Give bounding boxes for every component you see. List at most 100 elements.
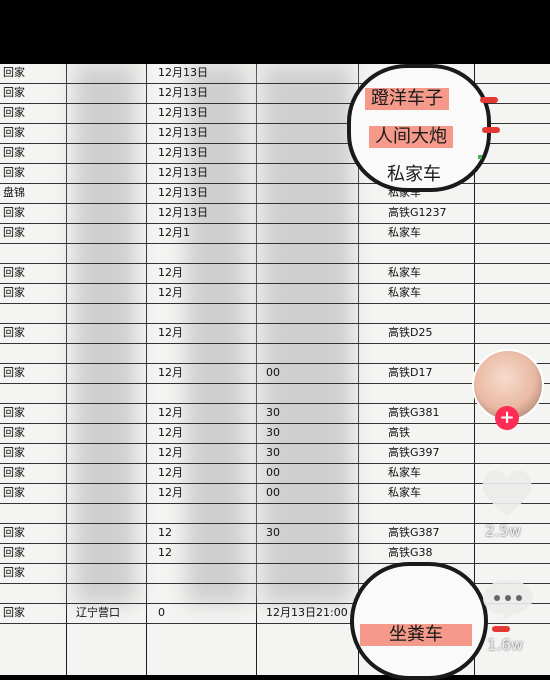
cell-date: 12月 bbox=[158, 286, 183, 299]
cell-date: 12月13日 bbox=[158, 126, 208, 139]
cell-transport: 高铁G381 bbox=[388, 406, 440, 419]
cell-transport: 私家车 bbox=[388, 466, 421, 479]
grid-horizontal-line bbox=[0, 503, 550, 504]
cell-date: 12月13日 bbox=[158, 206, 208, 219]
cell-date: 12月1 bbox=[158, 226, 190, 239]
cell-arrive: 30 bbox=[266, 526, 280, 539]
cell-date: 12月 bbox=[158, 326, 183, 339]
grid-horizontal-line bbox=[0, 403, 550, 404]
cell-reason: 回家 bbox=[3, 606, 25, 619]
grid-horizontal-line bbox=[0, 263, 550, 264]
cell-arrive: 12月13日21:00 bbox=[266, 606, 348, 619]
green-dot bbox=[478, 155, 482, 159]
cell-reason: 回家 bbox=[3, 566, 25, 579]
cell-date: 12 bbox=[158, 526, 172, 539]
cell-date: 12月13日 bbox=[158, 66, 208, 79]
cell-reason: 回家 bbox=[3, 426, 25, 439]
grid-horizontal-line bbox=[0, 563, 550, 564]
zoom-label-3: 私家车 bbox=[387, 164, 441, 185]
cell-transport: 高铁D17 bbox=[388, 366, 433, 379]
cell-reason: 盘锦 bbox=[3, 186, 25, 199]
zoom-circle-top: 蹬洋车子 人间大炮 私家车 bbox=[347, 64, 491, 192]
zoom-label-2: 人间大炮 bbox=[369, 126, 453, 148]
cell-reason: 回家 bbox=[3, 266, 25, 279]
cell-transport: 高铁G1237 bbox=[388, 206, 447, 219]
grid-horizontal-line bbox=[0, 523, 550, 524]
grid-horizontal-line bbox=[0, 423, 550, 424]
zoom-label-bottom: 坐粪车 bbox=[360, 624, 472, 646]
cell-arrive: 30 bbox=[266, 446, 280, 459]
grid-horizontal-line bbox=[0, 363, 550, 364]
red-underline-mark bbox=[482, 127, 500, 133]
cell-reason: 回家 bbox=[3, 166, 25, 179]
grid-horizontal-line bbox=[0, 283, 550, 284]
grid-horizontal-line bbox=[0, 303, 550, 304]
cell-date: 12月 bbox=[158, 366, 183, 379]
zoom-label-1: 蹬洋车子 bbox=[365, 88, 449, 110]
cell-transport: 私家车 bbox=[388, 266, 421, 279]
cell-reason: 回家 bbox=[3, 486, 25, 499]
grid-horizontal-line bbox=[0, 323, 550, 324]
cell-reason: 回家 bbox=[3, 366, 25, 379]
cell-reason: 回家 bbox=[3, 66, 25, 79]
comment-icon[interactable] bbox=[481, 578, 535, 620]
heart-icon[interactable] bbox=[478, 466, 536, 518]
grid-horizontal-line bbox=[0, 183, 550, 184]
cell-transport: 私家车 bbox=[388, 486, 421, 499]
grid-horizontal-line bbox=[0, 463, 550, 464]
red-underline-mark bbox=[492, 626, 510, 632]
like-count: 2.5w bbox=[485, 522, 522, 540]
cell-date: 12月13日 bbox=[158, 166, 208, 179]
grid-horizontal-line bbox=[0, 383, 550, 384]
cell-arrive: 00 bbox=[266, 366, 280, 379]
cell-reason: 回家 bbox=[3, 446, 25, 459]
grid-horizontal-line bbox=[0, 483, 550, 484]
grid-horizontal-line bbox=[0, 443, 550, 444]
cell-date: 12月13日 bbox=[158, 146, 208, 159]
cell-date: 0 bbox=[158, 606, 165, 619]
cell-reason: 回家 bbox=[3, 206, 25, 219]
cell-date: 12月 bbox=[158, 486, 183, 499]
cell-transport: 高铁 bbox=[388, 426, 410, 439]
grid-horizontal-line bbox=[0, 343, 550, 344]
cell-date: 12月 bbox=[158, 446, 183, 459]
zoom-circle-bottom: 坐粪车 bbox=[350, 562, 488, 680]
cell-date: 12月 bbox=[158, 266, 183, 279]
cell-reason: 回家 bbox=[3, 226, 25, 239]
cell-transport: 私家车 bbox=[388, 226, 421, 239]
cell-arrive: 30 bbox=[266, 406, 280, 419]
cell-date: 12月13日 bbox=[158, 106, 208, 119]
cell-reason: 回家 bbox=[3, 526, 25, 539]
cell-transport: 高铁G397 bbox=[388, 446, 440, 459]
cell-transport: 私家车 bbox=[388, 286, 421, 299]
follow-plus-icon[interactable]: + bbox=[495, 406, 519, 430]
cell-reason: 回家 bbox=[3, 546, 25, 559]
grid-horizontal-line bbox=[0, 203, 550, 204]
cell-arrive: 30 bbox=[266, 426, 280, 439]
grid-horizontal-line bbox=[0, 223, 550, 224]
cell-date: 12月13日 bbox=[158, 86, 208, 99]
cell-from: 辽宁营口 bbox=[76, 606, 120, 619]
grid-horizontal-line bbox=[0, 243, 550, 244]
cell-reason: 回家 bbox=[3, 326, 25, 339]
cell-reason: 回家 bbox=[3, 466, 25, 479]
cell-transport: 高铁G387 bbox=[388, 526, 440, 539]
cell-reason: 回家 bbox=[3, 106, 25, 119]
cell-date: 12月 bbox=[158, 406, 183, 419]
cell-date: 12 bbox=[158, 546, 172, 559]
cell-reason: 回家 bbox=[3, 286, 25, 299]
comment-count: 1.6w bbox=[487, 636, 524, 654]
cell-transport: 高铁D25 bbox=[388, 326, 433, 339]
red-underline-mark bbox=[480, 97, 498, 103]
cell-reason: 回家 bbox=[3, 406, 25, 419]
cell-date: 12月 bbox=[158, 466, 183, 479]
cell-reason: 回家 bbox=[3, 146, 25, 159]
cell-arrive: 00 bbox=[266, 486, 280, 499]
cell-reason: 回家 bbox=[3, 126, 25, 139]
cell-date: 12月 bbox=[158, 426, 183, 439]
cell-arrive: 00 bbox=[266, 466, 280, 479]
cell-date: 12月13日 bbox=[158, 186, 208, 199]
cell-transport: 高铁G38 bbox=[388, 546, 433, 559]
cell-reason: 回家 bbox=[3, 86, 25, 99]
grid-horizontal-line bbox=[0, 543, 550, 544]
